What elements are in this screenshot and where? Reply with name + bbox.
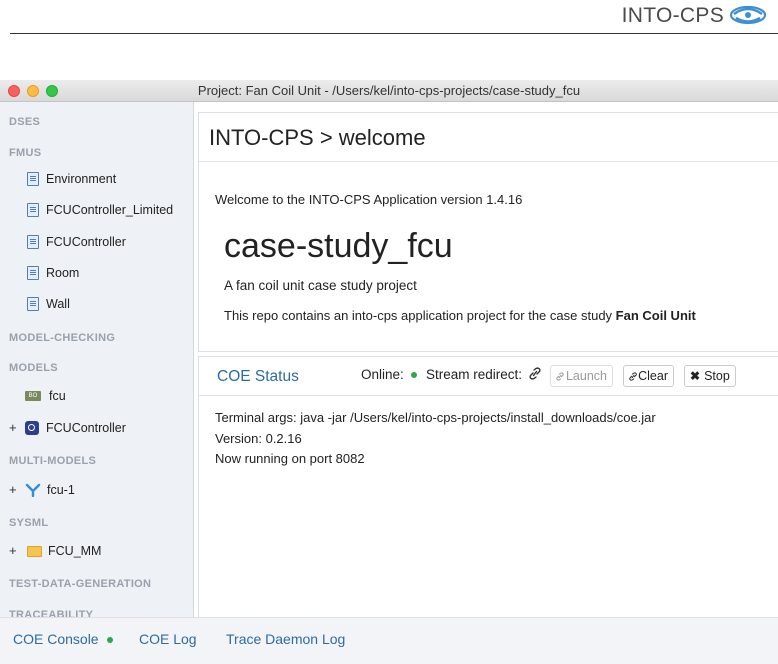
section-traceability[interactable]: TRACEABILITY <box>9 609 93 617</box>
fmu-file-icon: BO <box>25 391 41 401</box>
sidebar-item-room[interactable]: Room <box>27 263 79 283</box>
main-content: INTO-CPS > welcome Welcome to the INTO-C… <box>198 102 778 618</box>
launch-button[interactable]: Launch <box>550 365 613 387</box>
stream-redirect-label: Stream redirect: <box>426 367 523 382</box>
file-icon <box>27 203 39 217</box>
sidebar-item-fcu[interactable]: BO fcu <box>25 386 66 406</box>
section-multi-models[interactable]: MULTI-MODELS <box>9 455 96 467</box>
sidebar-item-label: Room <box>46 266 80 280</box>
link-icon <box>556 371 564 381</box>
online-label: Online: <box>361 367 404 382</box>
expand-icon[interactable]: + <box>9 543 17 558</box>
coe-console-status-dot-icon <box>107 637 114 644</box>
online-indicator: Online: <box>361 367 417 382</box>
file-icon <box>27 266 39 280</box>
stream-redirect: Stream redirect: <box>426 367 541 382</box>
sidebar-item-label: fcu-1 <box>47 483 75 497</box>
sidebar-item-label: FCU_MM <box>48 544 102 558</box>
multimodel-icon <box>25 483 41 497</box>
document-header: INTO-CPS <box>0 0 778 36</box>
sidebar-item-label: FCUController_Limited <box>46 203 174 217</box>
sidebar-item-label: fcu <box>49 389 66 403</box>
sidebar-item-wall[interactable]: Wall <box>27 294 70 314</box>
repo-case-study-name: Fan Coil Unit <box>615 308 696 323</box>
sidebar-item-fcucontroller[interactable]: FCUController <box>27 232 126 252</box>
section-fmus[interactable]: FMUS <box>9 147 41 159</box>
file-icon <box>27 172 39 186</box>
section-test-data-generation[interactable]: TEST-DATA-GENERATION <box>9 578 151 590</box>
terminal-args: Terminal args: java -jar /Users/kel/into… <box>215 410 656 425</box>
divider <box>199 161 778 162</box>
project-description: A fan coil unit case study project <box>224 278 417 293</box>
expand-icon[interactable]: + <box>9 482 17 497</box>
close-icon: ✖ <box>690 369 701 383</box>
window-title: Project: Fan Coil Unit - /Users/kel/into… <box>197 83 581 98</box>
file-icon <box>27 297 39 311</box>
launch-button-label: Launch <box>565 369 607 383</box>
link-icon <box>629 371 637 381</box>
welcome-message: Welcome to the INTO-CPS Application vers… <box>215 192 523 207</box>
logo-text: INTO-CPS <box>621 4 724 27</box>
coe-log-tab[interactable]: COE Log <box>139 631 197 647</box>
repo-description: This repo contains an into-cps applicati… <box>224 308 696 323</box>
online-status-dot-icon <box>410 372 417 379</box>
header-divider <box>10 33 778 34</box>
app-window: Project: Fan Coil Unit - /Users/kel/into… <box>0 80 778 664</box>
fcucontroller-icon <box>25 421 39 435</box>
welcome-panel: INTO-CPS > welcome Welcome to the INTO-C… <box>198 112 778 352</box>
divider <box>199 395 778 396</box>
coe-console-label: COE Console <box>13 631 99 647</box>
sidebar-item-label: Environment <box>46 172 117 186</box>
folder-icon <box>27 545 42 557</box>
link-icon[interactable] <box>529 367 541 380</box>
project-name: case-study_fcu <box>224 227 453 265</box>
file-icon <box>27 235 39 249</box>
sidebar-item-label: FCUController <box>46 421 126 435</box>
section-dses[interactable]: DSES <box>9 116 40 128</box>
title-bar[interactable]: Project: Fan Coil Unit - /Users/kel/into… <box>0 80 778 102</box>
trace-daemon-log-tab[interactable]: Trace Daemon Log <box>226 631 345 647</box>
section-models[interactable]: MODELS <box>9 362 58 374</box>
clear-button[interactable]: Clear <box>623 365 674 387</box>
section-model-checking[interactable]: MODEL-CHECKING <box>9 332 115 344</box>
sidebar-item-fcu-1[interactable]: fcu-1 <box>25 480 75 500</box>
stop-button-label: Stop <box>704 369 730 383</box>
section-sysml[interactable]: SYSML <box>9 517 48 529</box>
sidebar-item-fcucontroller-limited[interactable]: FCUController_Limited <box>27 200 173 220</box>
coe-console-tab[interactable]: COE Console <box>13 631 114 647</box>
coe-status-panel: COE Status Online: Stream redirect: Laun… <box>198 356 778 618</box>
into-cps-logo-icon <box>729 5 767 25</box>
repo-description-text: This repo contains an into-cps applicati… <box>224 308 616 323</box>
stop-button[interactable]: ✖ Stop <box>684 365 736 387</box>
coe-port-status: Now running on port 8082 <box>215 451 365 466</box>
page-title: INTO-CPS > welcome <box>209 125 426 150</box>
sidebar-item-fcucontroller-model[interactable]: FCUController <box>25 418 126 438</box>
sidebar-item-environment[interactable]: Environment <box>27 169 116 189</box>
bottom-bar: COE Console COE Log Trace Daemon Log <box>0 617 778 664</box>
sidebar-item-label: FCUController <box>46 235 126 249</box>
coe-version: Version: 0.2.16 <box>215 431 302 446</box>
sidebar-item-label: Wall <box>46 297 70 311</box>
clear-button-label: Clear <box>638 369 668 383</box>
expand-icon[interactable]: + <box>9 420 17 435</box>
project-sidebar: DSES FMUS Environment FCUController_Limi… <box>0 102 194 617</box>
coe-status-title: COE Status <box>217 368 299 385</box>
sidebar-item-fcu-mm[interactable]: FCU_MM <box>27 541 101 561</box>
